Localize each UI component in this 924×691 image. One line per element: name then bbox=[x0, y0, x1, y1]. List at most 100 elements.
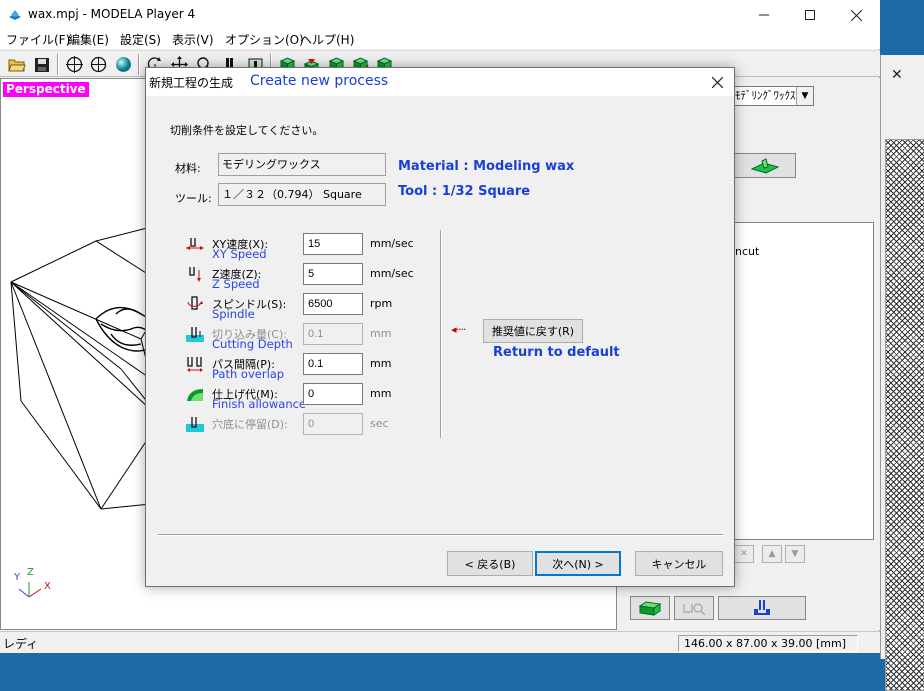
dwell-icon bbox=[186, 417, 204, 432]
close-icon bbox=[850, 9, 862, 21]
menu-options[interactable]: オプション(O) bbox=[225, 31, 304, 48]
target-icon bbox=[90, 56, 106, 73]
path-overlap-input[interactable] bbox=[303, 353, 363, 375]
finish-allowance-english: Finish allowance bbox=[212, 397, 307, 411]
maximize-icon bbox=[805, 10, 815, 20]
triangle-up-icon: ▲ bbox=[768, 549, 776, 559]
dropdown-arrow-icon[interactable]: ▼ bbox=[796, 87, 813, 105]
origin-button[interactable] bbox=[63, 54, 85, 75]
triangle-down-icon: ▼ bbox=[791, 549, 799, 559]
menu-settings[interactable]: 設定(S) bbox=[120, 31, 161, 48]
axis-x-label: X bbox=[44, 581, 51, 592]
path-overlap-unit: mm bbox=[370, 357, 392, 370]
cancel-button[interactable]: キャンセル bbox=[635, 551, 723, 576]
delete-process-button[interactable]: ✕ bbox=[734, 545, 754, 563]
next-button[interactable]: 次へ(N) > bbox=[535, 551, 621, 576]
render-button[interactable] bbox=[112, 54, 134, 75]
cutting-depth-english: Cutting Depth bbox=[212, 337, 293, 351]
list-item[interactable]: ncut bbox=[735, 245, 759, 258]
status-text: レディ bbox=[3, 637, 39, 651]
instruction-text: 切削条件を設定してください。 bbox=[170, 124, 324, 137]
finish-allowance-icon bbox=[187, 389, 203, 401]
minimize-button[interactable] bbox=[741, 0, 787, 30]
hatched-preview bbox=[885, 139, 924, 691]
finish-allowance-unit: mm bbox=[370, 387, 392, 400]
return-to-default-english: Return to default bbox=[493, 345, 620, 360]
open-button[interactable] bbox=[6, 54, 28, 75]
dialog-close-button[interactable] bbox=[704, 71, 730, 93]
path-overlap-english: Path overlap bbox=[212, 367, 285, 381]
close-icon[interactable]: ✕ bbox=[891, 67, 903, 83]
material-english: Material : Modeling wax bbox=[398, 159, 575, 174]
tool-value: １／３２（0.794） Square bbox=[222, 188, 362, 201]
menu-bar: ファイル(F) 編集(E) 設定(S) 表示(V) オプション(O) ヘルプ(H… bbox=[0, 30, 880, 49]
dialog-title-bar: 新規工程の生成 Create new process bbox=[146, 68, 734, 96]
cut-button[interactable] bbox=[718, 596, 806, 620]
material-label: 材料: bbox=[175, 162, 201, 175]
menu-edit[interactable]: 編集(E) bbox=[68, 31, 109, 48]
green-plate-icon bbox=[750, 157, 780, 174]
xy-speed-english: XY Speed bbox=[212, 247, 267, 261]
spindle-unit: rpm bbox=[370, 297, 393, 310]
move-down-button[interactable]: ▼ bbox=[785, 545, 805, 563]
axis-indicator bbox=[18, 582, 42, 598]
material-value: モデリングワックス bbox=[222, 158, 321, 171]
tool-field: １／３２（0.794） Square bbox=[218, 183, 386, 206]
move-up-button[interactable]: ▲ bbox=[762, 545, 782, 563]
menu-view[interactable]: 表示(V) bbox=[172, 31, 214, 48]
xy-speed-unit: mm/sec bbox=[370, 237, 414, 250]
material-field: モデリングワックス bbox=[218, 153, 386, 176]
tool-label: ツール: bbox=[175, 192, 212, 205]
dialog-title: 新規工程の生成 bbox=[149, 76, 234, 90]
finish-allowance-input[interactable] bbox=[303, 383, 363, 405]
dwell-input bbox=[303, 413, 363, 435]
spindle-input[interactable] bbox=[303, 293, 363, 315]
arrow-left-icon: ◂···· bbox=[451, 323, 466, 336]
title-bar: wax.mpj - MODELA Player 4 bbox=[0, 0, 880, 30]
z-speed-english: Z Speed bbox=[212, 277, 260, 291]
material-select[interactable]: ﾓﾃﾞﾘﾝｸﾞﾜｯｸｽ ▼ bbox=[732, 86, 814, 106]
folder-open-icon bbox=[8, 59, 26, 72]
xy-speed-icon bbox=[186, 238, 204, 250]
menu-file[interactable]: ファイル(F) bbox=[6, 31, 70, 48]
menu-help[interactable]: ヘルプ(H) bbox=[300, 31, 354, 48]
dwell-unit: sec bbox=[370, 417, 389, 430]
material-setup-button[interactable] bbox=[734, 153, 796, 178]
delete-icon: ✕ bbox=[740, 549, 748, 559]
cutting-depth-unit: mm bbox=[370, 327, 392, 340]
toolbar-separator bbox=[138, 54, 140, 75]
simulation-button[interactable] bbox=[630, 596, 670, 620]
path-overlap-icon bbox=[187, 357, 203, 372]
sphere-icon bbox=[115, 57, 131, 72]
spindle-icon bbox=[187, 296, 203, 310]
close-icon bbox=[711, 76, 723, 88]
back-button[interactable]: < 戻る(B) bbox=[447, 551, 533, 576]
bottom-separator bbox=[158, 534, 723, 536]
status-bar: レディ 146.00 x 87.00 x 39.00 [mm] bbox=[0, 631, 880, 653]
tool-english: Tool : 1/32 Square bbox=[398, 184, 531, 199]
cutting-depth-icon bbox=[186, 327, 204, 342]
dwell-label: 穴底に停留(D): bbox=[212, 418, 288, 431]
z-speed-icon bbox=[189, 267, 201, 282]
window-title: wax.mpj - MODELA Player 4 bbox=[28, 7, 196, 21]
save-icon bbox=[35, 57, 49, 72]
spindle-english: Spindle bbox=[212, 307, 255, 321]
minimize-icon bbox=[759, 14, 769, 16]
maximize-button[interactable] bbox=[787, 0, 833, 30]
base-point-button[interactable] bbox=[87, 54, 109, 75]
vertical-separator bbox=[440, 230, 442, 438]
cutting-tool-icon bbox=[754, 600, 770, 615]
cutting-depth-input bbox=[303, 323, 363, 345]
z-speed-input[interactable] bbox=[303, 263, 363, 285]
z-speed-unit: mm/sec bbox=[370, 267, 414, 280]
crosshair-icon bbox=[65, 56, 83, 73]
return-to-default-button[interactable]: 推奨値に戻す(R) bbox=[483, 319, 583, 343]
save-button[interactable] bbox=[31, 54, 53, 75]
secondary-window: ✕ bbox=[880, 55, 924, 691]
dialog-title-english: Create new process bbox=[250, 73, 389, 89]
process-list[interactable]: ncut bbox=[734, 222, 874, 540]
toolbar-separator bbox=[57, 54, 59, 75]
xy-speed-input[interactable] bbox=[303, 233, 363, 255]
preview-button[interactable] bbox=[674, 596, 714, 620]
close-window-button[interactable] bbox=[833, 0, 879, 30]
